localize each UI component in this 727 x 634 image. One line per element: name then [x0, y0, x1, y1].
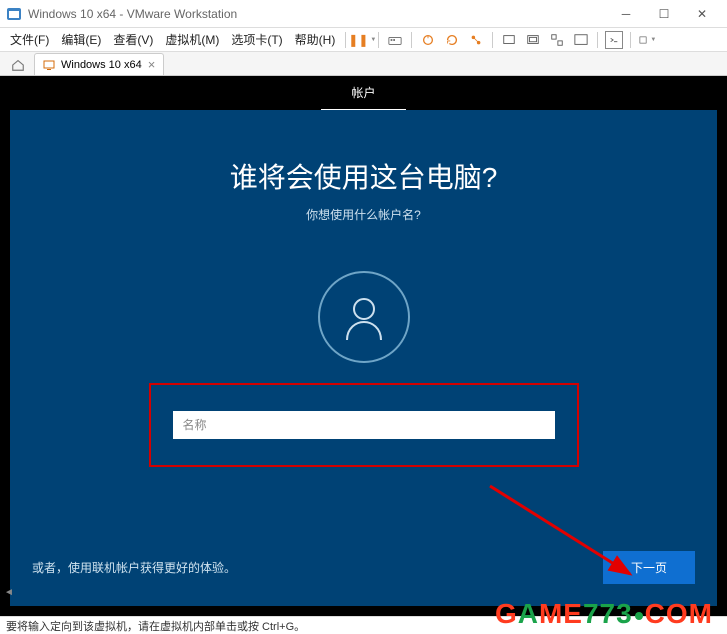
close-icon[interactable]: ×: [148, 57, 156, 72]
oobe-topbar: 帐户: [0, 76, 727, 110]
fit-window-icon[interactable]: [524, 31, 542, 49]
console-view-icon[interactable]: [605, 31, 623, 49]
scroll-left-icon[interactable]: ◄: [4, 587, 14, 598]
minimize-button[interactable]: ─: [607, 2, 645, 26]
snapshot-manage-icon[interactable]: [467, 31, 485, 49]
unity-icon[interactable]: [548, 31, 566, 49]
vm-tab-icon: [43, 59, 55, 71]
window-title: Windows 10 x64 - VMware Workstation: [28, 7, 607, 21]
separator: [378, 32, 379, 48]
vm-tab[interactable]: Windows 10 x64 ×: [34, 53, 164, 75]
send-cad-icon[interactable]: [386, 31, 404, 49]
separator: [345, 32, 346, 48]
menubar: 文件(F) 编辑(E) 查看(V) 虚拟机(M) 选项卡(T) 帮助(H) ❚❚…: [0, 28, 727, 52]
oobe-subheading: 你想使用什么帐户名?: [306, 206, 421, 223]
snapshot-icon[interactable]: [419, 31, 437, 49]
snapshot-revert-icon[interactable]: [443, 31, 461, 49]
separator: [492, 32, 493, 48]
stretch-icon[interactable]: ▼: [638, 31, 656, 49]
next-button[interactable]: 下一页: [603, 551, 695, 584]
tabstrip: Windows 10 x64 ×: [0, 52, 727, 76]
fullscreen-icon[interactable]: [572, 31, 590, 49]
menu-view[interactable]: 查看(V): [107, 29, 159, 50]
name-input[interactable]: [173, 411, 555, 439]
oobe-tab-account: 帐户: [321, 76, 405, 111]
oobe-panel: 谁将会使用这台电脑? 你想使用什么帐户名? 或者，使用联机帐户获得更好的体验。 …: [10, 110, 717, 606]
online-account-link[interactable]: 或者，使用联机帐户获得更好的体验。: [32, 559, 236, 576]
vm-tab-label: Windows 10 x64: [61, 59, 142, 71]
highlight-box: [149, 383, 579, 467]
separator: [411, 32, 412, 48]
maximize-button[interactable]: ☐: [645, 2, 683, 26]
pause-icon[interactable]: ❚❚▼: [353, 31, 371, 49]
close-button[interactable]: ✕: [683, 2, 721, 26]
menu-tabs[interactable]: 选项卡(T): [225, 29, 288, 50]
oobe-heading: 谁将会使用这台电脑?: [230, 156, 498, 196]
watermark: GAME773COM: [495, 598, 713, 630]
titlebar: Windows 10 x64 - VMware Workstation ─ ☐ …: [0, 0, 727, 28]
app-icon: [6, 6, 22, 22]
guest-display[interactable]: 帐户 谁将会使用这台电脑? 你想使用什么帐户名? 或者，使用联机帐户获得更好的体…: [0, 76, 727, 616]
menu-vm[interactable]: 虚拟机(M): [159, 29, 225, 50]
fit-guest-icon[interactable]: [500, 31, 518, 49]
menu-file[interactable]: 文件(F): [4, 29, 55, 50]
avatar-icon: [318, 271, 410, 363]
status-hint: 要将输入定向到该虚拟机，请在虚拟机内部单击或按 Ctrl+G。: [6, 618, 305, 634]
home-icon[interactable]: [8, 55, 28, 75]
menu-help[interactable]: 帮助(H): [289, 29, 342, 50]
separator: [630, 32, 631, 48]
separator: [597, 32, 598, 48]
menu-edit[interactable]: 编辑(E): [55, 29, 107, 50]
